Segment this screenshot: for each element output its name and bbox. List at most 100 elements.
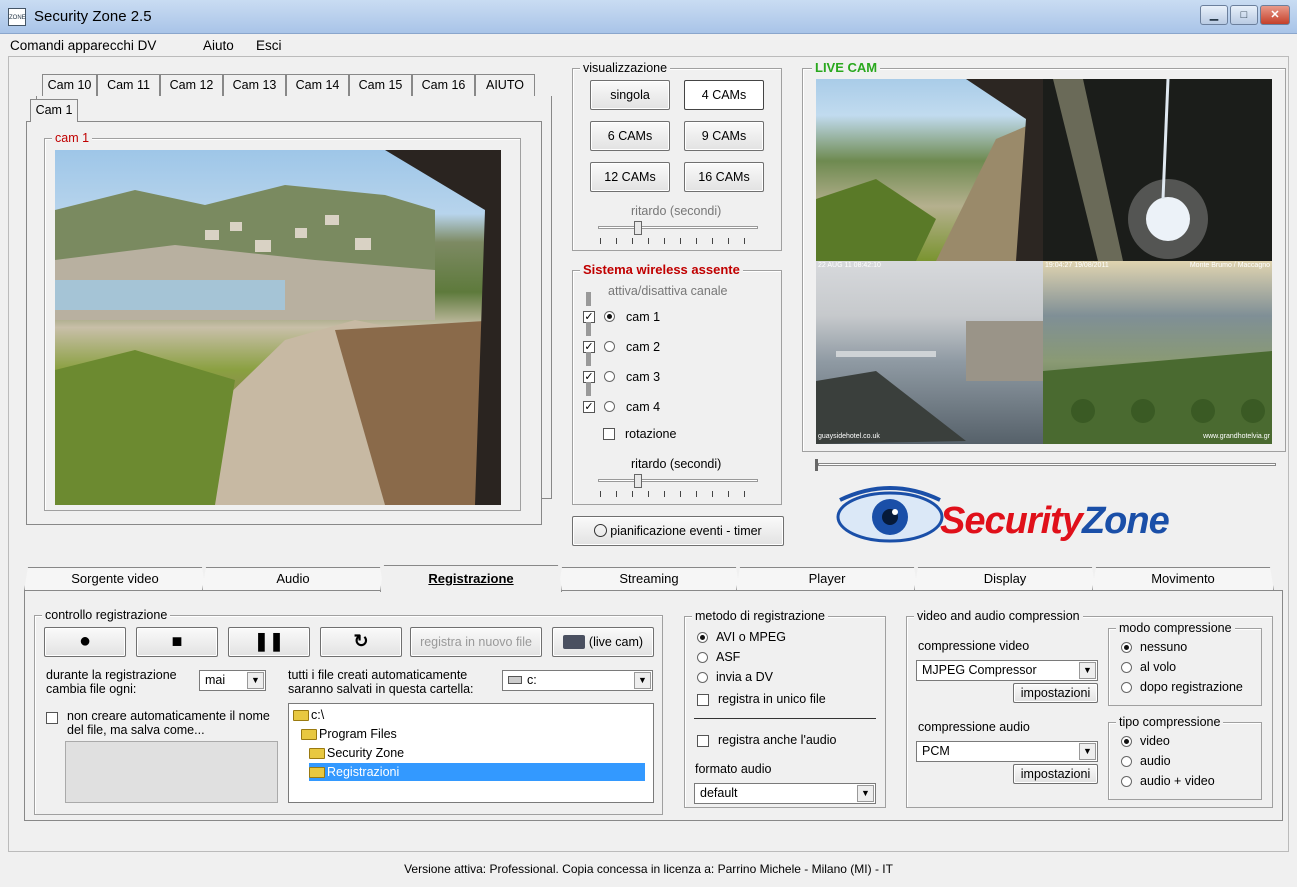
record-audio-checkbox[interactable] (697, 735, 709, 747)
filename-input[interactable] (65, 741, 278, 803)
chevron-down-icon: ▼ (1079, 743, 1096, 760)
menu-comandi[interactable]: Comandi apparecchi DV (10, 38, 156, 53)
type-label: tipo compressione (1116, 715, 1224, 729)
eye-logo-icon (835, 482, 945, 552)
video-compression-select[interactable]: MJPEG Compressor ▼ (916, 660, 1098, 681)
cam-tab-cam-14[interactable]: Cam 14 (286, 74, 349, 96)
type-audio-video-label: audio + video (1140, 774, 1215, 788)
live-cam-4[interactable]: 19:04:27 19/08/2011 Monte Brumo / Maccag… (1043, 261, 1272, 444)
type-audio-video-radio[interactable] (1121, 776, 1132, 787)
method-asf-radio[interactable] (697, 652, 708, 663)
main-tab-sorgente-video[interactable]: Sorgente video (24, 567, 206, 591)
folder-item[interactable]: c:\ (293, 706, 324, 724)
cam-tab-cam-10[interactable]: Cam 10 (42, 74, 97, 96)
audio-format-select[interactable]: default ▼ (694, 783, 876, 804)
live-cam-label: LIVE CAM (812, 61, 881, 75)
audio-compression-select[interactable]: PCM ▼ (916, 741, 1098, 762)
main-tab-streaming[interactable]: Streaming (558, 567, 740, 591)
main-tab-movimento[interactable]: Movimento (1092, 567, 1274, 591)
view-6-cams-button[interactable]: 6 CAMs (590, 121, 670, 151)
main-tab-registrazione[interactable]: Registrazione (380, 565, 562, 592)
pause-button[interactable]: ❚❚ (228, 627, 310, 657)
view-9-cams-button[interactable]: 9 CAMs (684, 121, 764, 151)
mode-nessuno-radio[interactable] (1121, 642, 1132, 653)
main-tab-player[interactable]: Player (736, 567, 918, 591)
channel-cam-4-checkbox[interactable]: ✓ (583, 401, 595, 413)
window-title: Security Zone 2.5 (34, 8, 152, 25)
cam-tab-cam-15[interactable]: Cam 15 (349, 74, 412, 96)
mode-label: modo compressione (1116, 621, 1235, 635)
channel-level-bar (586, 382, 591, 396)
stop-button[interactable]: ■ (136, 627, 218, 657)
view-4-cams-button[interactable]: 4 CAMs (684, 80, 764, 110)
view-12-cams-button[interactable]: 12 CAMs (590, 162, 670, 192)
type-video-radio[interactable] (1121, 736, 1132, 747)
main-tab-audio[interactable]: Audio (202, 567, 384, 591)
cam-tab-cam-12[interactable]: Cam 12 (160, 74, 223, 96)
view-mode-buttons: singola 4 CAMs 6 CAMs 9 CAMs 12 CAMs 16 CAMs (590, 80, 770, 195)
live-cam-button-label: (live cam) (588, 635, 644, 649)
change-file-label: durante la registrazione cambia file ogn… (46, 668, 177, 696)
minimize-button[interactable]: ▁ (1200, 5, 1228, 25)
wireless-delay-track (598, 479, 758, 482)
wireless-delay-slider[interactable] (634, 474, 642, 488)
rotation-label: rotazione (625, 427, 677, 441)
brand-logo: SecurityZone (940, 500, 1170, 543)
channel-cam-3-radio[interactable] (604, 371, 615, 382)
cam-tab-cam-13[interactable]: Cam 13 (223, 74, 286, 96)
folder-item[interactable]: Security Zone (309, 744, 404, 762)
audio-settings-button[interactable]: impostazioni (1013, 764, 1098, 784)
menu-esci[interactable]: Esci (256, 38, 282, 53)
mode-dopo-registrazione-radio[interactable] (1121, 682, 1132, 693)
maximize-button[interactable]: □ (1230, 5, 1258, 25)
method-invia-a-dv-radio[interactable] (697, 672, 708, 683)
rotation-checkbox[interactable] (603, 428, 615, 440)
channel-cam-4-radio[interactable] (604, 401, 615, 412)
folder-name: Security Zone (327, 746, 405, 760)
method-options: AVI o MPEG ASF invia a DV (694, 630, 874, 690)
folder-item[interactable]: Registrazioni (309, 763, 645, 781)
chevron-down-icon: ▼ (247, 672, 264, 689)
single-file-checkbox[interactable] (697, 694, 709, 706)
view-16-cams-button[interactable]: 16 CAMs (684, 162, 764, 192)
cam-tab-cam-11[interactable]: Cam 11 (97, 74, 160, 96)
timer-button[interactable]: pianificazione eventi - timer (572, 516, 784, 546)
refresh-button[interactable]: ↻ (320, 627, 402, 657)
record-button[interactable]: ● (44, 627, 126, 657)
live-cam-1[interactable] (816, 79, 1043, 261)
timer-button-label: pianificazione eventi - timer (610, 524, 762, 538)
menu-aiuto[interactable]: Aiuto (203, 38, 234, 53)
cam4-timestamp: 19:04:27 19/08/2011 (1045, 262, 1109, 269)
folder-name: Program Files (319, 727, 397, 741)
live-cam-3[interactable]: 22 AUG 11 08:42:10 guaysidehotel.co.uk (816, 261, 1043, 444)
drive-select[interactable]: c: ▼ (502, 670, 653, 691)
change-file-select[interactable]: mai ▼ (199, 670, 266, 691)
video-settings-button[interactable]: impostazioni (1013, 683, 1098, 703)
new-file-button[interactable]: registra in nuovo file (410, 627, 542, 657)
type-audio-radio[interactable] (1121, 756, 1132, 767)
channel-cam-2-radio[interactable] (604, 341, 615, 352)
vis-delay-slider[interactable] (634, 221, 642, 235)
method-avi-o-mpeg-label: AVI o MPEG (716, 630, 786, 644)
folder-item[interactable]: Program Files (301, 725, 397, 743)
view-singola-button[interactable]: singola (590, 80, 670, 110)
mode-al-volo-radio[interactable] (1121, 662, 1132, 673)
folder-icon (301, 729, 317, 741)
video-compression-value: MJPEG Compressor (922, 663, 1037, 677)
auto-name-checkbox[interactable] (46, 712, 58, 724)
method-avi-o-mpeg-radio[interactable] (697, 632, 708, 643)
mode-al-volo-label: al volo (1140, 660, 1177, 674)
folder-list[interactable]: c:\ Program Files Security Zone Registrazio… (288, 703, 654, 803)
live-cam-2[interactable] (1043, 79, 1272, 261)
cam3-timestamp: 22 AUG 11 08:42:10 (818, 262, 881, 269)
channel-cam-1-radio[interactable] (604, 311, 615, 322)
cam-tab-aiuto[interactable]: AIUTO (475, 74, 535, 96)
live-progress-thumb[interactable] (815, 459, 818, 471)
cam1-image[interactable] (55, 150, 501, 505)
cam-tab-cam-1[interactable]: Cam 1 (30, 99, 78, 122)
live-cam-button[interactable]: (live cam) (552, 627, 654, 657)
close-button[interactable]: ✕ (1260, 5, 1290, 25)
cam-group-label: cam 1 (52, 131, 93, 145)
main-tab-display[interactable]: Display (914, 567, 1096, 591)
cam-tab-cam-16[interactable]: Cam 16 (412, 74, 475, 96)
